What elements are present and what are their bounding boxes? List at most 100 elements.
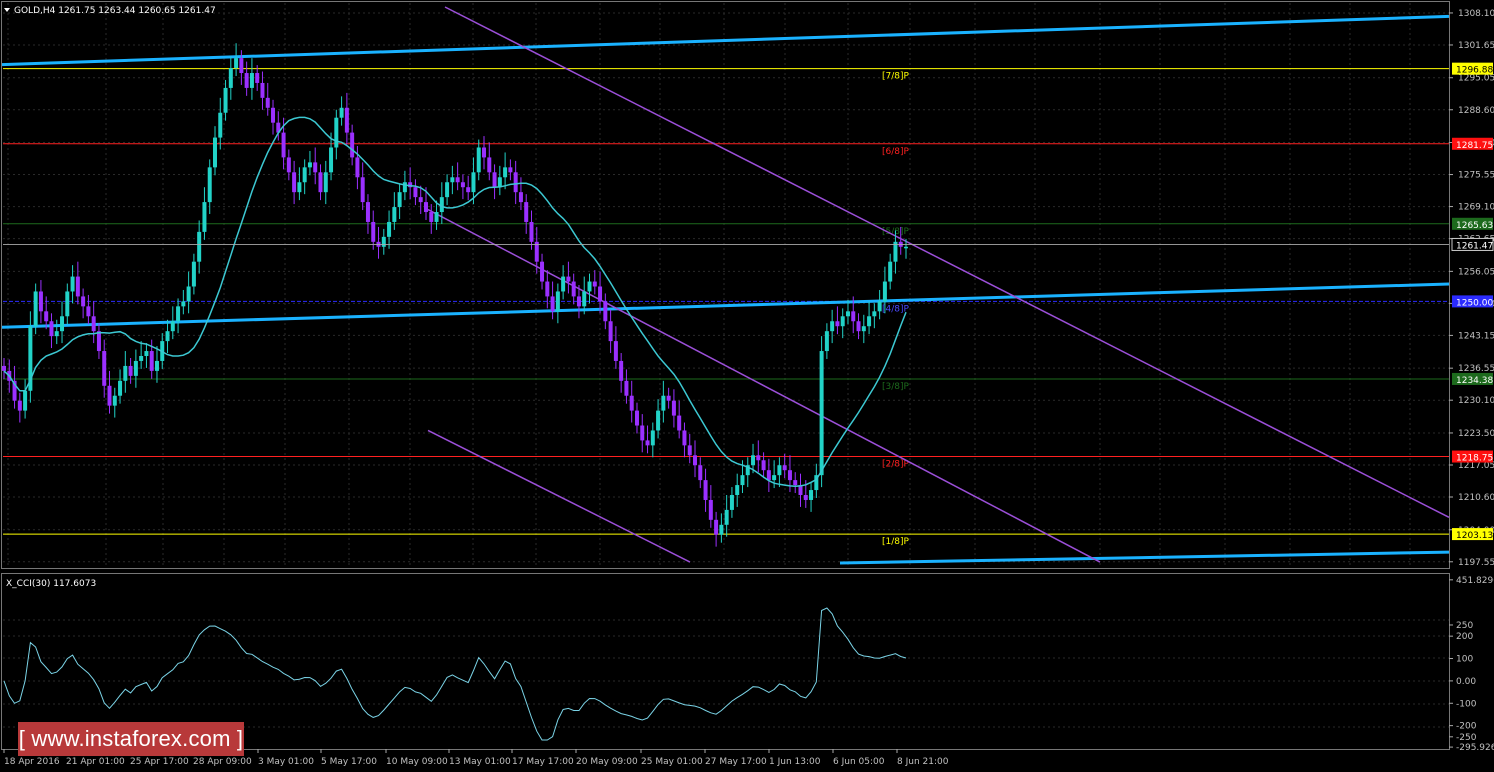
trend-lines	[1, 6, 1450, 565]
candle-body	[297, 182, 302, 193]
candle-body	[445, 182, 450, 198]
cci-tick-label: -250	[1456, 733, 1477, 743]
candle-body	[756, 455, 761, 461]
candle-body	[65, 291, 70, 317]
murrey-level-label: [1/8]P	[882, 537, 910, 547]
level-tag-text: 1218.75	[1456, 454, 1493, 464]
level-tag-text: 1281.75	[1456, 141, 1493, 151]
candle-body	[302, 167, 307, 183]
candle-body	[724, 509, 729, 525]
candle-body	[176, 306, 181, 322]
candle-body	[218, 112, 223, 138]
candle-body	[23, 390, 28, 411]
candle-body	[91, 316, 96, 332]
candle-body	[687, 445, 692, 456]
dropdown-triangle-icon[interactable]	[4, 8, 10, 12]
candle-body	[529, 221, 534, 242]
candle-body	[191, 261, 196, 287]
time-tick-label: 8 Jun 21:00	[897, 757, 949, 767]
candle-body	[33, 291, 38, 327]
candle-body	[102, 351, 107, 386]
candle-body	[751, 455, 756, 466]
price-tick-label: 1269.10	[1458, 203, 1494, 213]
price-tick-label: 1243.15	[1458, 331, 1494, 341]
candle-body	[2, 365, 6, 371]
candle-body	[149, 351, 154, 371]
candle-body	[318, 172, 323, 193]
candle-body	[503, 167, 508, 178]
candle-body	[75, 276, 80, 297]
candle-body	[239, 58, 244, 74]
candle-body	[350, 132, 355, 158]
candle-body	[466, 187, 471, 193]
time-tick-label: 13 May 01:00	[449, 757, 511, 767]
candle-body	[44, 311, 49, 322]
candle-body	[809, 490, 814, 500]
candle-body	[703, 480, 708, 500]
candle-body	[60, 316, 65, 332]
candle-body	[845, 311, 850, 317]
candle-body	[640, 425, 645, 441]
time-tick-label: 25 May 01:00	[641, 757, 703, 767]
candle-body	[634, 410, 639, 426]
candle-body	[197, 231, 202, 262]
candle-body	[761, 460, 766, 471]
candle-body	[329, 147, 334, 173]
cci-tick-label: -295.9265	[1456, 743, 1494, 753]
indicator-label: X_CCI(30) 117.6073	[6, 579, 96, 589]
candle-body	[550, 296, 555, 312]
candle-body	[154, 360, 159, 371]
support-line-top	[1, 14, 1450, 67]
candle-body	[508, 167, 513, 173]
level-tag-text: 1250.00	[1456, 298, 1493, 308]
time-tick-label: 5 May 17:00	[321, 757, 377, 767]
candle-body	[487, 157, 492, 173]
murrey-level-label: [3/8]P	[882, 382, 910, 392]
candle-body	[471, 172, 476, 193]
candle-body	[803, 495, 808, 500]
cci-tick-label: 200	[1456, 632, 1473, 642]
candle-body	[524, 202, 529, 222]
candle-body	[429, 212, 434, 222]
level-tag-text: 1265.63	[1456, 221, 1493, 231]
candle-body	[861, 326, 866, 332]
cci-tick-label: -200	[1456, 722, 1477, 732]
candle-body	[576, 296, 581, 307]
candle-body	[851, 311, 856, 322]
candle-body	[165, 331, 170, 342]
time-tick-label: 20 May 09:00	[576, 757, 638, 767]
candle-body	[139, 356, 144, 361]
candle-body	[613, 341, 618, 361]
candle-body	[793, 480, 798, 486]
candle-body	[782, 465, 787, 471]
candle-body	[497, 177, 502, 188]
time-tick-label: 21 Apr 01:00	[66, 757, 125, 767]
price-tick-label: 1210.60	[1458, 493, 1494, 503]
candle-body	[112, 395, 117, 406]
candle-body	[656, 410, 661, 431]
candle-body	[38, 291, 43, 312]
candle-body	[872, 311, 877, 317]
price-tick-label: 1223.50	[1458, 429, 1494, 439]
cci-line	[3, 607, 907, 741]
candle-body	[313, 162, 318, 173]
candle-body	[186, 286, 191, 302]
candle-body	[856, 321, 861, 332]
candle-body	[840, 316, 845, 327]
candle-body	[835, 321, 840, 327]
candle-body	[334, 117, 339, 148]
candle-body	[202, 202, 207, 232]
candle-body	[17, 400, 22, 411]
candle-body	[772, 475, 777, 481]
cci-tick-label: 451.8296	[1456, 576, 1494, 586]
candle-body	[381, 236, 386, 247]
candle-body	[650, 430, 655, 446]
candle-body	[455, 177, 460, 183]
cci-tick-label: 0.00	[1456, 677, 1476, 687]
candle-body	[292, 172, 297, 193]
candle-body	[904, 246, 908, 249]
candle-body	[144, 351, 149, 357]
watermark-logo: [ www.instaforex.com ]	[18, 722, 244, 756]
cci-axis: 451.8296 250200 100 0.00 -100 -200-250-295.92…	[1449, 576, 1494, 753]
candle-body	[439, 197, 444, 213]
